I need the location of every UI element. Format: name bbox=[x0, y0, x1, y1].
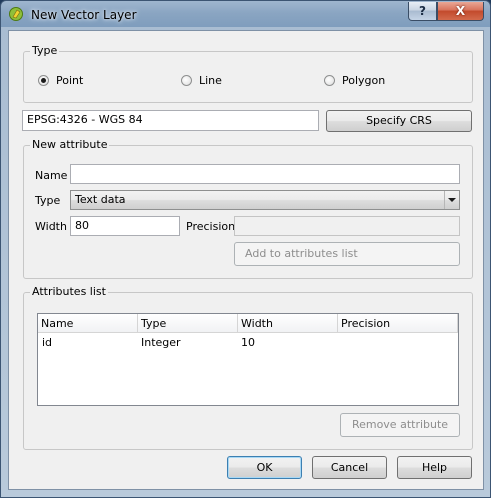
ok-button[interactable]: OK bbox=[227, 456, 302, 479]
radio-polygon-label: Polygon bbox=[342, 74, 386, 87]
cell-name: id bbox=[42, 336, 53, 349]
cell-type: Integer bbox=[141, 336, 181, 349]
column-header-width[interactable]: Width bbox=[238, 314, 338, 333]
cell-width: 10 bbox=[241, 336, 255, 349]
precision-input[interactable] bbox=[234, 216, 460, 236]
attributes-list-title: Attributes list bbox=[30, 285, 108, 298]
radio-line-label: Line bbox=[199, 74, 222, 87]
type-select-value: Text data bbox=[75, 193, 126, 206]
column-header-name[interactable]: Name bbox=[38, 314, 138, 333]
remove-attribute-button[interactable]: Remove attribute bbox=[340, 413, 460, 437]
cancel-button[interactable]: Cancel bbox=[312, 456, 387, 479]
radio-line-indicator[interactable] bbox=[181, 75, 192, 86]
type-select[interactable]: Text data bbox=[70, 190, 460, 210]
type-group: Type Point Line Polygon bbox=[23, 44, 473, 103]
width-input[interactable]: 80 bbox=[70, 216, 180, 236]
crs-field[interactable]: EPSG:4326 - WGS 84 bbox=[22, 110, 319, 131]
title-bar[interactable]: New Vector Layer ? X bbox=[1, 1, 490, 28]
name-label: Name bbox=[35, 169, 68, 182]
dialog-window: New Vector Layer ? X Type Point Line Pol… bbox=[0, 0, 491, 498]
radio-point[interactable]: Point bbox=[38, 74, 83, 87]
radio-point-label: Point bbox=[56, 74, 84, 87]
column-header-type[interactable]: Type bbox=[138, 314, 238, 333]
name-input[interactable] bbox=[70, 164, 460, 184]
attributes-list-group: Attributes list Name Type Width Precisio… bbox=[23, 285, 473, 450]
chevron-down-icon[interactable] bbox=[444, 191, 459, 209]
type-group-title: Type bbox=[30, 44, 60, 57]
window-title: New Vector Layer bbox=[31, 8, 137, 22]
type-label: Type bbox=[35, 194, 61, 207]
radio-point-indicator[interactable] bbox=[38, 75, 49, 86]
title-close-button[interactable]: X bbox=[437, 2, 484, 21]
qgis-icon bbox=[8, 6, 24, 22]
width-label: Width bbox=[35, 220, 67, 233]
radio-polygon-indicator[interactable] bbox=[324, 75, 335, 86]
add-to-attributes-button[interactable]: Add to attributes list bbox=[234, 242, 460, 266]
help-button[interactable]: Help bbox=[397, 456, 472, 479]
new-attribute-group: New attribute Name Type Text data Width … bbox=[23, 138, 473, 279]
radio-polygon[interactable]: Polygon bbox=[324, 74, 385, 87]
precision-label: Precision bbox=[186, 220, 236, 233]
title-help-button[interactable]: ? bbox=[408, 2, 437, 21]
attributes-table[interactable]: Name Type Width Precision id Integer 10 bbox=[37, 313, 459, 406]
radio-line[interactable]: Line bbox=[181, 74, 222, 87]
specify-crs-button[interactable]: Specify CRS bbox=[326, 110, 472, 132]
column-header-precision[interactable]: Precision bbox=[338, 314, 458, 333]
dialog-body: Type Point Line Polygon EPSG:4326 - WGS … bbox=[8, 30, 484, 490]
table-row[interactable]: id Integer 10 bbox=[38, 333, 458, 350]
new-attribute-title: New attribute bbox=[30, 138, 110, 151]
